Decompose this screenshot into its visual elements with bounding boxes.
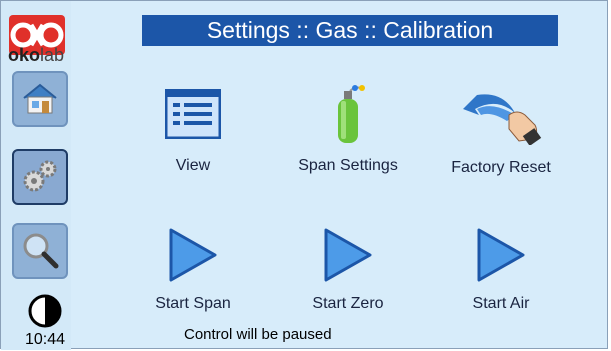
factory-reset-label: Factory Reset [451, 159, 551, 176]
play-icon [169, 228, 217, 282]
search-button[interactable] [12, 223, 68, 279]
home-button[interactable] [12, 71, 68, 127]
logo-wordmark: okolab [7, 45, 65, 65]
gas-cylinder-icon [338, 85, 365, 143]
control-paused-note: Control will be paused [184, 326, 332, 343]
view-label: View [175, 157, 211, 174]
list-view-icon [165, 89, 221, 139]
view-button[interactable]: View [118, 89, 268, 175]
play-icon [324, 228, 372, 282]
page-title: Settings :: Gas :: Calibration [142, 15, 558, 46]
factory-reset-button[interactable]: Factory Reset [426, 85, 576, 177]
start-zero-label: Start Zero [312, 295, 384, 312]
play-icon [477, 228, 525, 282]
magnifier-icon [23, 233, 59, 269]
app-frame: okolab 10:44 Settings:: Gas:: Calibrat… [0, 0, 608, 350]
settings-button[interactable] [12, 149, 68, 205]
span-settings-button[interactable]: Span Settings [273, 83, 423, 175]
span-settings-label: Span Settings [298, 157, 398, 174]
contrast-icon[interactable] [27, 293, 63, 329]
start-span-button[interactable]: Start Span [118, 227, 268, 313]
home-icon [23, 83, 57, 114]
clock-time: 10:44 [24, 331, 66, 348]
start-air-label: Start Air [472, 295, 530, 312]
start-air-button[interactable]: Start Air [426, 227, 576, 313]
gears-icon [23, 160, 57, 192]
sidebar: okolab 10:44 [1, 1, 71, 350]
start-zero-button[interactable]: Start Zero [273, 227, 423, 313]
undo-hand-icon [463, 94, 542, 145]
start-span-label: Start Span [155, 295, 231, 312]
